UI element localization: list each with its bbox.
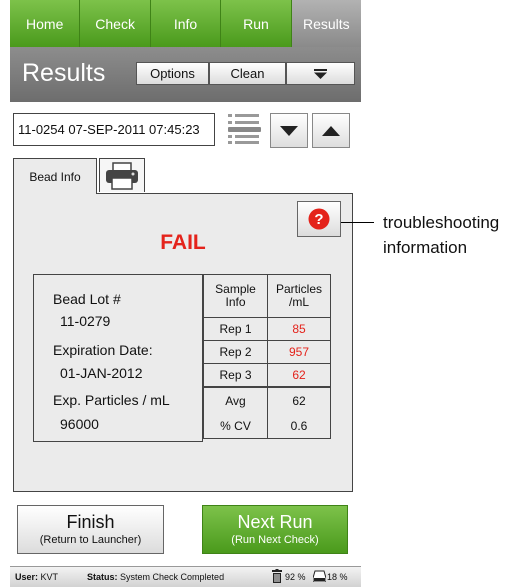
printer-icon: [106, 161, 138, 190]
rep-label: Rep 2: [203, 340, 268, 364]
triangle-down-icon: [280, 125, 298, 136]
header-particles: Particles/mL: [267, 274, 331, 318]
table-row: % CV 0.6: [203, 413, 331, 439]
nav-tab-info[interactable]: Info: [150, 0, 222, 47]
disk-icon: [313, 570, 326, 582]
list-icon: [228, 114, 261, 144]
top-nav: Home Check Info Run Results: [10, 0, 362, 47]
next-run-button[interactable]: Next Run (Run Next Check): [202, 505, 348, 554]
status-user: User: KVT: [15, 572, 59, 582]
disk-usage: 18 %: [327, 572, 348, 582]
trash-icon: [272, 569, 282, 583]
callout-line: [341, 222, 374, 223]
rep-value: 85: [267, 317, 331, 341]
stat-label: % CV: [203, 413, 268, 439]
menu-button[interactable]: [286, 62, 355, 85]
previous-run-up-button[interactable]: [312, 113, 350, 148]
expiration-value: 01-JAN-2012: [60, 365, 143, 381]
bead-lot-value: 11-0279: [60, 313, 111, 329]
nav-tab-check[interactable]: Check: [80, 0, 151, 47]
tab-print[interactable]: [99, 158, 145, 192]
finish-button[interactable]: Finish (Return to Launcher): [17, 505, 164, 554]
help-icon: ?: [308, 208, 330, 230]
stat-value: 62: [267, 386, 331, 413]
options-button[interactable]: Options: [136, 62, 209, 85]
stat-label: Avg: [203, 386, 268, 413]
rep-value: 62: [267, 363, 331, 388]
page-header: Results Options Clean: [10, 47, 361, 102]
stat-value: 0.6: [267, 413, 331, 439]
instrument-screen: Home Check Info Run Results Results Opti…: [0, 0, 362, 587]
expected-particles-value: 96000: [60, 416, 99, 432]
header-sample-info: Sample Info: [203, 274, 268, 318]
run-selector-field[interactable]: 11-0254 07-SEP-2011 07:45:23: [13, 113, 215, 146]
finish-label: Finish: [66, 512, 115, 532]
rep-label: Rep 3: [203, 363, 268, 388]
rep-label: Rep 1: [203, 317, 268, 341]
svg-text:?: ?: [314, 211, 323, 228]
triangle-up-icon: [322, 125, 340, 136]
callout-label: troubleshooting information: [383, 213, 500, 257]
bead-details: Bead Lot # 11-0279 Expiration Date: 01-J…: [33, 274, 203, 442]
nav-tab-home[interactable]: Home: [10, 0, 81, 47]
run-list-button[interactable]: [225, 110, 265, 148]
table-row: Rep 2 957: [203, 340, 331, 364]
table-header-row: Sample Info Particles/mL: [203, 274, 331, 318]
table-row: Rep 3 62: [203, 363, 331, 388]
next-run-label: Next Run: [237, 512, 313, 532]
status-text: Status: System Check Completed: [87, 572, 225, 582]
expected-particles-label: Exp. Particles / mL: [53, 392, 170, 408]
nav-tab-run[interactable]: Run: [221, 0, 292, 47]
nav-tab-results[interactable]: Results: [291, 0, 362, 47]
results-table: Sample Info Particles/mL Rep 1 85 Rep 2 9…: [203, 274, 331, 439]
next-run-sublabel: (Run Next Check): [231, 534, 319, 546]
next-run-down-button[interactable]: [270, 113, 308, 148]
clean-button[interactable]: Clean: [209, 62, 286, 85]
trash-usage: 92 %: [285, 572, 306, 582]
page-title: Results: [22, 59, 106, 87]
expiration-label: Expiration Date:: [53, 342, 153, 358]
rep-value: 957: [267, 340, 331, 364]
table-row: Rep 1 85: [203, 317, 331, 341]
status-bar: User: KVT Status: System Check Completed…: [10, 566, 361, 587]
result-status: FAIL: [160, 231, 206, 254]
table-row: Avg 62: [203, 386, 331, 413]
tab-bead-info[interactable]: Bead Info: [13, 158, 97, 194]
finish-sublabel: (Return to Launcher): [39, 534, 142, 546]
triangle-down-icon: [314, 68, 327, 79]
bead-lot-label: Bead Lot #: [53, 291, 121, 307]
